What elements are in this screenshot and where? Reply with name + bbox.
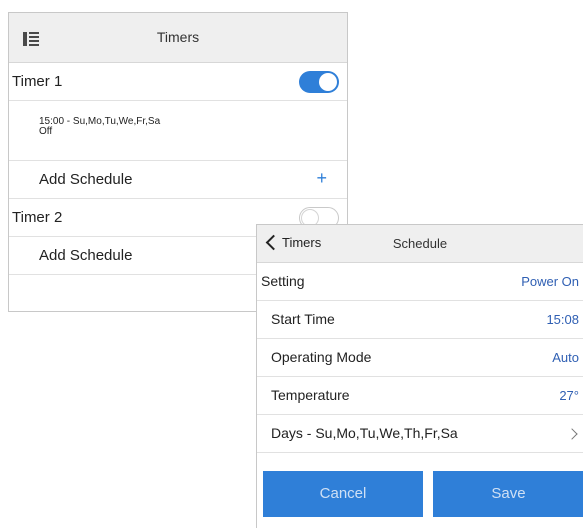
save-button[interactable]: Save [433, 471, 583, 517]
start-time-value: 15:08 [546, 312, 579, 327]
setting-label: Setting [261, 273, 305, 289]
schedule-panel: Timers Schedule Setting Power On Start T… [256, 224, 583, 528]
add-schedule-row-1[interactable]: Add Schedule + [9, 161, 347, 199]
timer-2-label: Timer 2 [12, 209, 63, 226]
add-schedule-label: Add Schedule [39, 247, 133, 264]
schedule-header: Timers Schedule [257, 225, 583, 263]
schedule-action: Off [39, 126, 53, 137]
timers-header: Timers [9, 13, 347, 63]
temperature-label: Temperature [271, 387, 350, 403]
schedule-title: Schedule [392, 236, 448, 251]
timer-1-toggle[interactable] [299, 71, 339, 93]
plus-icon[interactable]: + [316, 168, 327, 188]
operating-mode-label: Operating Mode [271, 349, 372, 365]
operating-mode-row[interactable]: Operating Mode Auto [257, 339, 583, 377]
action-buttons: Cancel Save [257, 471, 583, 517]
days-row[interactable]: Days - Su,Mo,Tu,We,Th,Fr,Sa [257, 415, 583, 453]
add-schedule-label: Add Schedule [39, 171, 133, 188]
schedule-list-item[interactable]: 15:00 - Su,Mo,Tu,We,Fr,Sa Off [9, 101, 347, 161]
chevron-right-icon [566, 428, 578, 440]
start-time-label: Start Time [271, 311, 335, 327]
page-title: Timers [156, 29, 200, 45]
setting-value: Power On [521, 274, 579, 289]
schedule-summary: 15:00 - Su,Mo,Tu,We,Fr,Sa [39, 116, 161, 127]
temperature-value: 27° [559, 388, 579, 403]
setting-row[interactable]: Setting Power On [257, 263, 583, 301]
start-time-row[interactable]: Start Time 15:08 [257, 301, 583, 339]
operating-mode-value: Auto [552, 350, 579, 365]
days-label: Days - Su,Mo,Tu,We,Th,Fr,Sa [271, 425, 458, 441]
temperature-row[interactable]: Temperature 27° [257, 377, 583, 415]
timer-1-row: Timer 1 [9, 63, 347, 101]
cancel-button[interactable]: Cancel [263, 471, 423, 517]
timer-1-label: Timer 1 [12, 73, 63, 90]
